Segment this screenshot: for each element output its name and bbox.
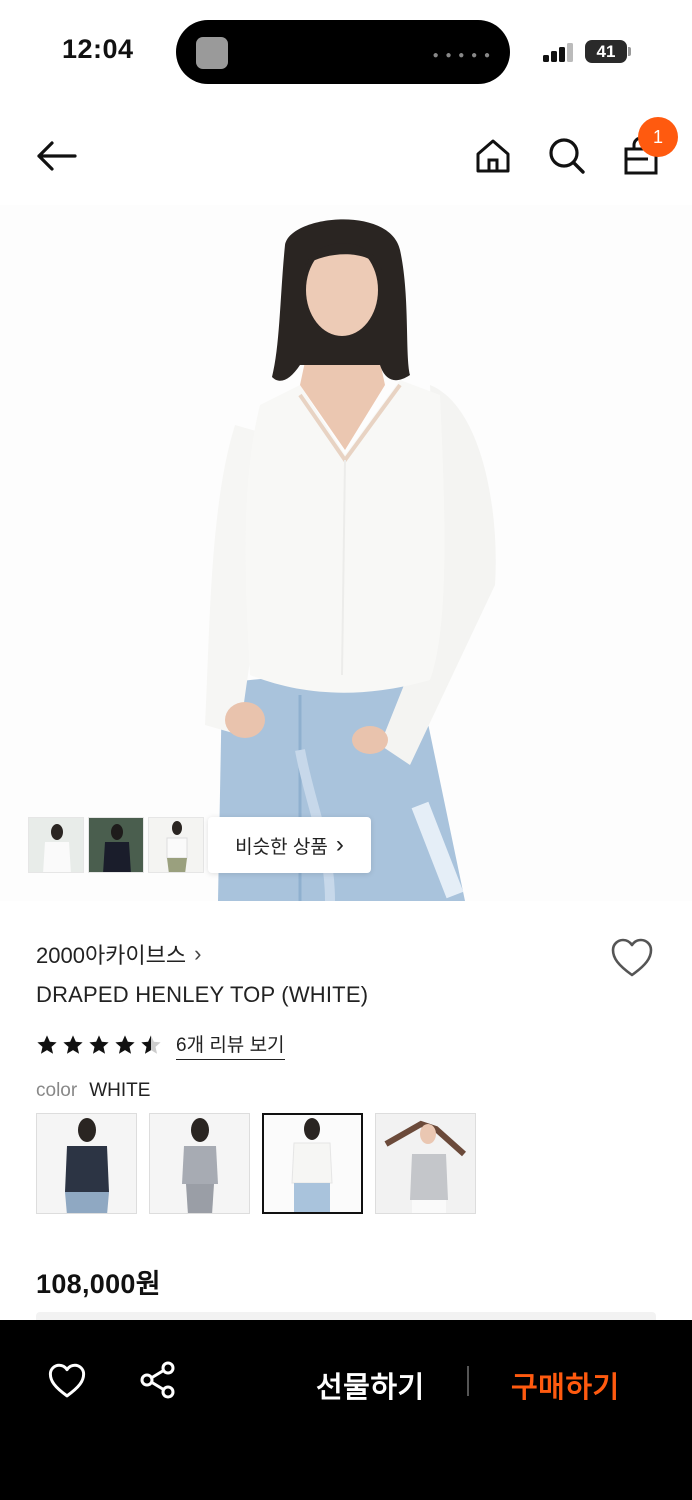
star-half-icon: [141, 1035, 161, 1054]
cart-count-badge: 1: [638, 117, 678, 157]
search-button[interactable]: [541, 130, 593, 182]
thumbnail-image: [149, 818, 203, 872]
battery-tip: [628, 47, 631, 56]
app-icon: [196, 37, 228, 69]
color-swatch-light-grey[interactable]: [375, 1113, 476, 1214]
thumbnail[interactable]: [28, 817, 84, 873]
similar-products-label: 비슷한 상품: [235, 836, 328, 858]
arrow-left-icon: [37, 141, 77, 171]
top-nav: [0, 110, 692, 200]
product-image[interactable]: [0, 205, 692, 901]
color-swatch-grey[interactable]: [149, 1113, 250, 1214]
wishlist-button[interactable]: [608, 934, 656, 982]
swatch-image: [37, 1114, 136, 1213]
swatch-image: [264, 1115, 361, 1212]
back-button[interactable]: [30, 130, 82, 182]
button-separator: [467, 1366, 469, 1396]
color-value: WHITE: [89, 1080, 151, 1101]
star-icon: [63, 1035, 83, 1054]
product-photo: [0, 205, 692, 901]
home-button[interactable]: [467, 130, 519, 182]
share-button[interactable]: [138, 1360, 178, 1400]
reviews-link[interactable]: 6개 리뷰 보기: [176, 1030, 285, 1060]
bottom-action-bar: 선물하기 구매하기: [0, 1320, 692, 1500]
thumbnail[interactable]: [88, 817, 144, 873]
product-title: DRAPED HENLEY TOP (WHITE): [36, 982, 369, 1007]
battery-icon: 41: [585, 40, 627, 63]
swatch-image: [150, 1114, 249, 1213]
thumbnail-strip: [28, 817, 204, 873]
buy-button[interactable]: 구매하기: [511, 1364, 620, 1406]
brand-link[interactable]: 2000아카이브스 ›: [36, 938, 201, 970]
star-icon: [115, 1035, 135, 1054]
thumbnail-image: [29, 818, 83, 872]
color-swatch-white[interactable]: [262, 1113, 363, 1214]
chevron-right-icon: ›: [335, 831, 344, 858]
thumbnail[interactable]: [148, 817, 204, 873]
heart-icon: [611, 938, 653, 977]
color-label: color: [36, 1080, 78, 1101]
dynamic-island: ● ● ● ● ●: [176, 20, 510, 84]
status-bar: 12:04 ● ● ● ● ● 41: [0, 0, 692, 100]
share-icon: [140, 1361, 175, 1399]
rating-row: 6개 리뷰 보기: [36, 1030, 285, 1060]
home-icon: [476, 139, 510, 173]
bottom-wishlist-button[interactable]: [46, 1360, 88, 1402]
status-time: 12:04: [62, 34, 134, 64]
section-divider: [36, 1312, 656, 1320]
brand-name: 2000아카이브스: [36, 943, 187, 968]
thumbnail-image: [89, 818, 143, 872]
swatch-image: [376, 1114, 475, 1213]
chevron-right-icon: ›: [194, 941, 202, 966]
activity-dots-icon: ● ● ● ● ●: [432, 50, 492, 61]
search-icon: [549, 138, 585, 174]
signal-icon: [543, 42, 575, 62]
color-swatch-navy[interactable]: [36, 1113, 137, 1214]
gift-button[interactable]: 선물하기: [316, 1364, 425, 1406]
product-price: 108,000원: [36, 1269, 161, 1299]
color-swatches: [36, 1113, 476, 1214]
color-row: color WHITE: [36, 1080, 150, 1102]
heart-icon: [48, 1363, 86, 1398]
star-icon: [37, 1035, 57, 1054]
star-icon: [89, 1035, 109, 1054]
similar-products-button[interactable]: 비슷한 상품 ›: [208, 817, 371, 873]
